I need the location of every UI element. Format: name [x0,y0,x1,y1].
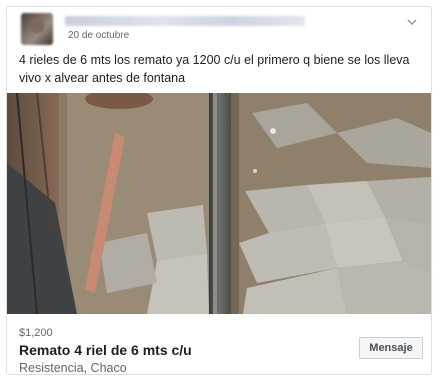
author-name-blurred[interactable] [65,16,305,26]
listing-title[interactable]: Remato 4 riel de 6 mts c/u [19,342,192,358]
message-button[interactable]: Mensaje [359,337,423,359]
listing-footer: $1,200 Remato 4 riel de 6 mts c/u Resist… [7,314,431,375]
listing-photo[interactable] [7,93,431,314]
listing-location: Resistencia, Chaco [19,361,127,375]
marketplace-post-card: 20 de octubre 4 rieles de 6 mts los rema… [6,6,432,375]
post-header: 20 de octubre [17,13,423,47]
post-timestamp[interactable]: 20 de octubre [68,30,129,41]
post-text: 4 rieles de 6 mts los remato ya 1200 c/u… [19,53,410,85]
avatar[interactable] [21,13,53,45]
listing-price: $1,200 [19,327,53,339]
chevron-down-icon[interactable] [405,15,419,29]
